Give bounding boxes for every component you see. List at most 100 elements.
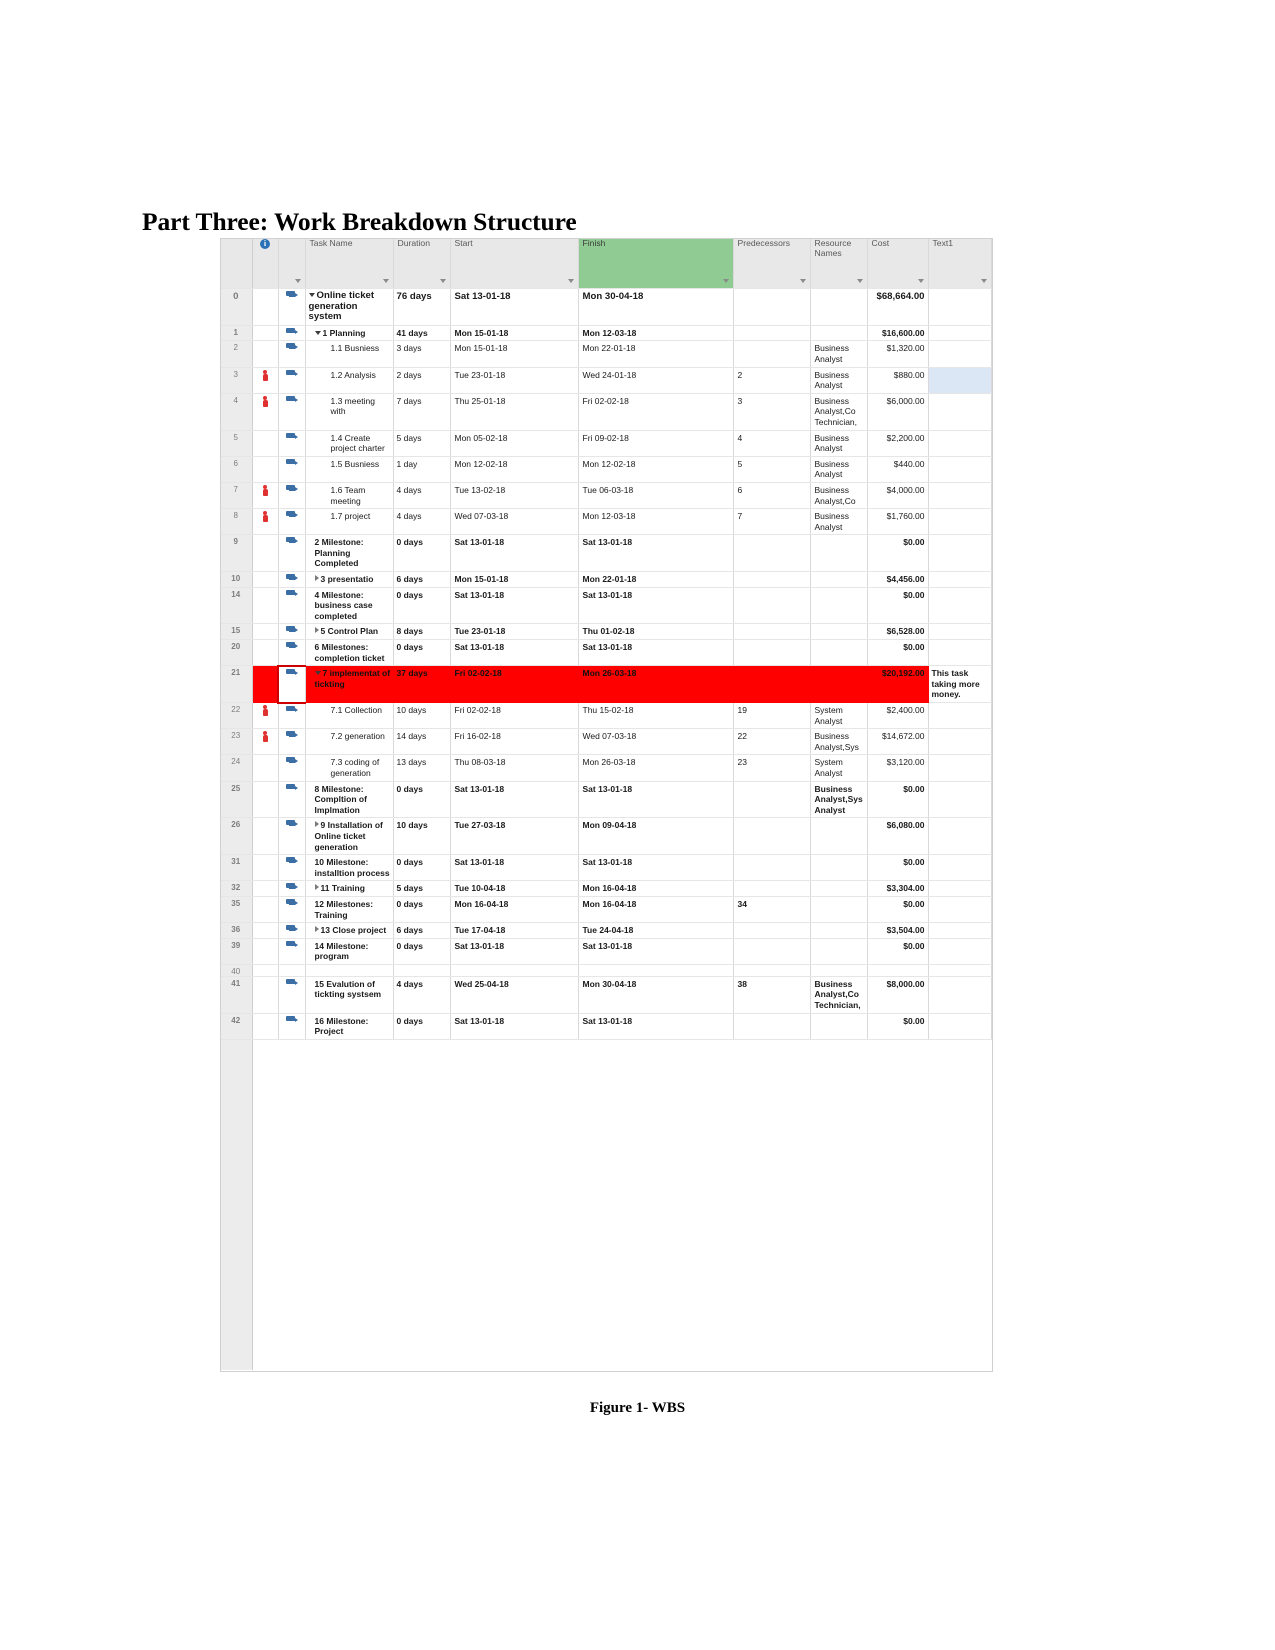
column-header-finish[interactable]: Finish [578,238,734,289]
table-row[interactable]: 6 1.5 Busniess 1 day Mon 12-02-18 Mon 12-02-… [220,456,992,483]
task-mode-icon[interactable] [286,668,299,678]
task-mode-cell[interactable] [278,964,306,977]
finish-cell[interactable]: Mon 16-04-18 [578,896,734,924]
cost-cell[interactable]: $0.00 [867,1013,929,1040]
task-name-cell[interactable]: 7.3 coding of generation [305,754,394,782]
start-cell[interactable]: Sat 13-01-18 [450,781,579,819]
task-mode-cell[interactable] [278,508,306,536]
task-mode-cell[interactable] [278,817,306,856]
task-mode-cell[interactable] [278,288,306,326]
row-number-cell[interactable]: 24 [220,754,253,782]
predecessors-cell[interactable] [733,938,811,965]
column-header-start[interactable]: Start [450,238,579,289]
collapse-triangle-icon[interactable] [314,671,321,676]
start-cell[interactable]: Mon 15-01-18 [450,340,579,368]
table-row[interactable]: 26 9 Installation of Online ticket genera… [220,817,992,856]
start-cell[interactable]: Tue 10-04-18 [450,880,579,897]
task-mode-cell[interactable] [278,430,306,457]
task-mode-icon[interactable] [286,395,298,405]
duration-cell[interactable]: 0 days [393,587,451,625]
indicator-cell[interactable] [252,508,279,536]
finish-cell[interactable]: Thu 01-02-18 [578,623,734,641]
text1-cell[interactable] [928,896,992,924]
task-mode-icon[interactable] [286,537,298,546]
task-mode-cell[interactable] [278,781,306,819]
start-cell[interactable]: Mon 05-02-18 [450,430,579,457]
cost-cell[interactable]: $68,664.00 [867,288,929,326]
cost-cell[interactable]: $0.00 [867,781,929,819]
indicator-cell[interactable] [252,340,279,368]
cost-cell[interactable]: $6,528.00 [867,623,929,641]
column-header-text1[interactable]: Text1 [928,238,992,289]
task-name-cell[interactable]: 1.1 Busniess [305,340,394,368]
finish-cell[interactable]: Sat 13-01-18 [578,781,734,819]
predecessors-cell[interactable] [733,665,811,703]
chevron-down-icon[interactable] [382,279,389,283]
start-cell[interactable]: Tue 17-04-18 [450,922,579,939]
text1-cell[interactable] [928,288,992,326]
task-mode-icon[interactable] [286,484,298,494]
task-name-cell[interactable]: 8 Milestone: Compltion of Implmation [305,781,394,819]
task-name-cell[interactable]: 16 Milestone: Project [305,1013,394,1040]
duration-cell[interactable]: 10 days [393,817,451,856]
text1-cell[interactable] [928,728,992,756]
text1-cell[interactable] [928,702,992,730]
indicator-cell[interactable] [252,964,279,977]
indicator-cell[interactable] [252,456,279,483]
row-number-cell[interactable]: 8 [220,508,253,536]
resource-names-cell[interactable] [810,534,868,573]
start-cell[interactable]: Sat 13-01-18 [450,534,579,573]
task-mode-cell[interactable] [278,639,306,667]
task-mode-cell[interactable] [277,664,306,704]
cost-cell[interactable]: $3,504.00 [867,922,929,939]
table-row[interactable]: 20 6 Milestones: completion ticket 0 days S… [220,639,992,667]
row-number-cell[interactable]: 32 [220,880,253,897]
row-number-cell[interactable]: 36 [220,922,253,939]
task-name-cell[interactable]: 7.1 Collection [305,702,394,730]
table-row[interactable]: 40 [220,964,992,977]
task-mode-icon[interactable] [286,589,298,599]
duration-cell[interactable]: 14 days [393,728,451,756]
task-mode-icon[interactable] [286,940,298,950]
task-mode-cell[interactable] [278,854,306,882]
task-name-cell[interactable] [305,964,394,977]
predecessors-cell[interactable]: 23 [733,754,811,782]
task-mode-icon[interactable] [286,369,298,379]
finish-cell[interactable]: Tue 06-03-18 [578,482,734,510]
task-mode-icon[interactable] [286,458,298,468]
task-mode-icon[interactable] [286,925,298,934]
cost-cell[interactable]: $2,200.00 [867,430,929,457]
row-number-cell[interactable]: 31 [220,854,253,882]
task-mode-cell[interactable] [278,325,306,342]
task-mode-icon[interactable] [286,820,298,829]
indicator-cell[interactable] [252,728,279,756]
row-number-cell[interactable]: 25 [220,781,253,819]
indicator-cell[interactable] [252,817,279,856]
resource-names-cell[interactable]: Business Analyst,Co Technician, [810,976,868,1014]
cost-cell[interactable]: $14,672.00 [867,728,929,756]
resource-names-cell[interactable] [810,639,868,667]
duration-cell[interactable]: 0 days [393,854,451,882]
row-number-cell[interactable]: 3 [220,367,253,394]
duration-cell[interactable]: 41 days [393,325,451,342]
resource-overallocated-icon[interactable] [262,731,268,743]
start-cell[interactable]: Sat 13-01-18 [450,854,579,882]
resource-overallocated-icon[interactable] [262,511,268,523]
table-row[interactable]: 22 7.1 Collection 10 days Fri 02-02-18 Thu 1… [220,702,992,730]
cost-cell[interactable] [867,964,929,977]
task-mode-icon[interactable] [286,705,298,715]
duration-cell[interactable]: 4 days [393,976,451,1014]
row-number-cell[interactable]: 10 [220,571,253,588]
cost-cell[interactable]: $1,320.00 [867,340,929,368]
text1-cell[interactable] [928,781,992,819]
predecessors-cell[interactable] [733,587,811,625]
task-mode-icon[interactable] [286,783,298,793]
table-row[interactable]: 1 1 Planning 41 days Mon 15-01-18 Mon 12-03-… [220,325,992,342]
resource-names-cell[interactable]: Business Analyst [810,456,868,483]
task-mode-cell[interactable] [278,938,306,965]
predecessors-cell[interactable] [733,639,811,667]
task-mode-icon[interactable] [286,327,298,337]
row-number-cell[interactable]: 2 [220,340,253,368]
text1-cell[interactable] [928,639,992,667]
duration-cell[interactable]: 2 days [393,367,451,394]
